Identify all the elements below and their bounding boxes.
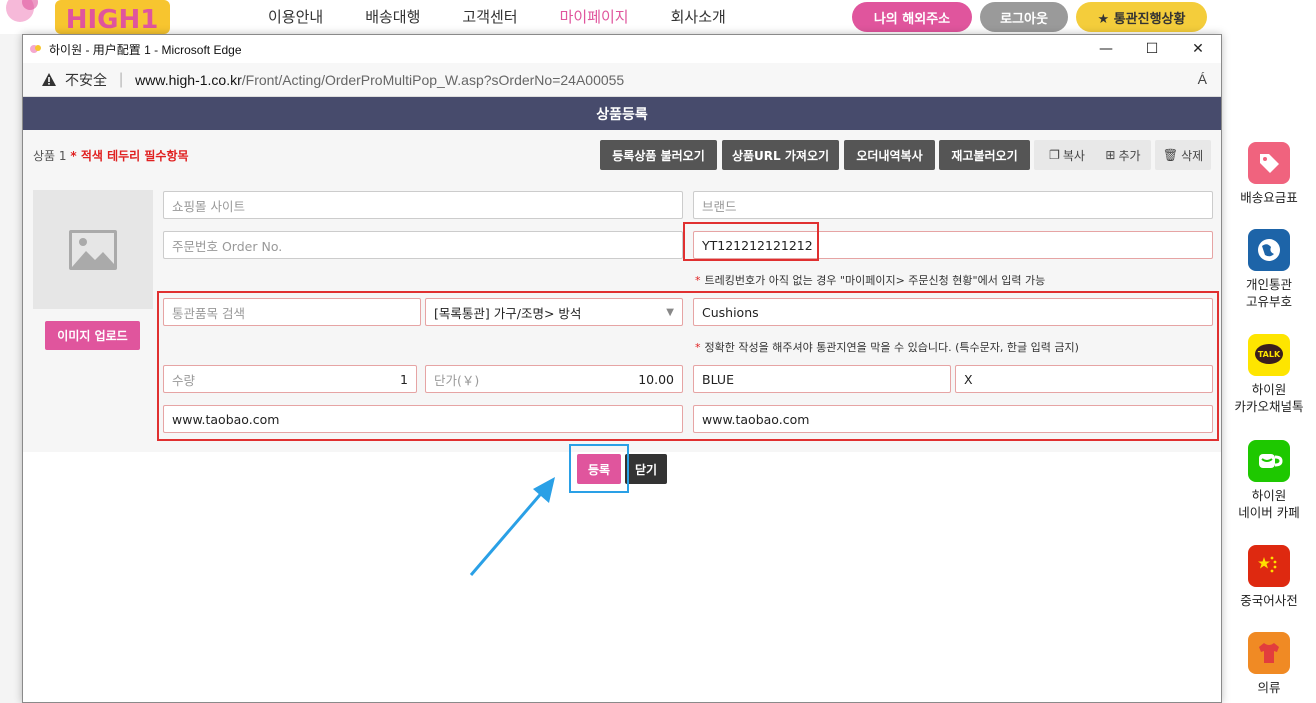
- shop-site-input[interactable]: 쇼핑몰 사이트: [163, 191, 683, 219]
- quantity-input[interactable]: 수량 1: [163, 365, 417, 393]
- required-note: * 적색 테두리 필수항목: [70, 149, 189, 163]
- customs-category-select[interactable]: [목록통관] 가구/조명> 방석 ▼: [425, 298, 683, 326]
- address-bar[interactable]: 不安全 | www.high-1.co.kr/Front/Acting/Orde…: [23, 63, 1221, 97]
- svg-text:TALK: TALK: [1258, 350, 1281, 359]
- image-upload-button[interactable]: 이미지 업로드: [45, 321, 140, 350]
- background-page-left: [0, 34, 22, 703]
- customs-item-search-input[interactable]: 통관품목 검색: [163, 298, 421, 326]
- delete-label: 삭제: [1181, 148, 1204, 163]
- chevron-down-icon: ▼: [666, 306, 674, 318]
- nav-my-page[interactable]: 마이페이지: [560, 6, 629, 27]
- add-button[interactable]: ⊞ 추가: [1095, 140, 1151, 170]
- quick-chinese-dictionary[interactable]: 중국어사전: [1222, 545, 1316, 609]
- tracking-hint: * 트레킹번호가 아직 없는 경우 "마이페이지> 주문신청 현황"에서 입력 가…: [695, 274, 1046, 287]
- size-input[interactable]: X: [955, 365, 1213, 393]
- color-input[interactable]: BLUE: [693, 365, 951, 393]
- load-stock-button[interactable]: 재고불러오기: [939, 140, 1030, 170]
- unit-price-label: 단가(￥): [434, 372, 480, 388]
- quick-price-table[interactable]: 배송요금표: [1222, 142, 1316, 206]
- address-divider: |: [119, 70, 124, 88]
- logout-button[interactable]: 로그아웃: [980, 2, 1068, 32]
- kakao-talk-icon: TALK: [1248, 334, 1290, 376]
- naver-cafe-icon: [1248, 440, 1290, 482]
- url-domain: www.high-1.co.kr: [135, 71, 242, 88]
- clothing-icon: [1248, 632, 1290, 674]
- site-header: HIGH1 이용안내 배송대행 고객센터 마이페이지 회사소개 나의 해외주소 …: [0, 0, 1316, 35]
- product-image-placeholder: [33, 190, 153, 309]
- quantity-label: 수량: [172, 372, 196, 388]
- image-url-input[interactable]: www.taobao.com: [693, 405, 1213, 433]
- tracking-number-input[interactable]: YT121212121212: [693, 231, 1213, 259]
- annotation-arrow-icon: [469, 477, 555, 576]
- quick-customs-code[interactable]: 개인통관 고유부호: [1222, 229, 1316, 310]
- product-url-input[interactable]: www.taobao.com: [163, 405, 683, 433]
- order-number-input[interactable]: 주문번호 Order No.: [163, 231, 683, 259]
- unit-price-value: 10.00: [638, 371, 674, 387]
- customs-category-value: [목록통관] 가구/조명> 방석: [434, 305, 582, 321]
- product-name-input[interactable]: Cushions: [693, 298, 1213, 326]
- trash-icon: 🗑: [1162, 148, 1179, 162]
- unit-price-input[interactable]: 단가(￥) 10.00: [425, 365, 683, 393]
- window-title: 하이원 - 用户配置 1 - Microsoft Edge: [49, 42, 242, 57]
- top-nav: 이용안내 배송대행 고객센터 마이페이지 회사소개: [268, 6, 768, 27]
- quick-label: 배송요금표: [1240, 190, 1298, 205]
- window-titlebar: 하이원 - 用户配置 1 - Microsoft Edge — ☐ ✕: [23, 35, 1221, 63]
- quick-label: 하이원 카카오채널톡: [1234, 382, 1304, 414]
- insecure-label: 不安全: [65, 71, 107, 88]
- load-registered-products-button[interactable]: 등록상품 불러오기: [600, 140, 717, 170]
- globe-icon: [1248, 229, 1290, 271]
- product-name-hint: * 정확한 작성을 해주셔야 통관지연을 막을 수 있습니다. (특수문자, 한글…: [695, 341, 1079, 354]
- quantity-value: 1: [400, 371, 408, 387]
- quick-label: 하이원 네이버 카페: [1238, 488, 1300, 520]
- copy-label: 복사: [1062, 148, 1085, 163]
- svg-text:HIGH1: HIGH1: [66, 5, 159, 35]
- edge-popup-window: 하이원 - 用户配置 1 - Microsoft Edge — ☐ ✕ 不安全 …: [22, 34, 1222, 703]
- nav-guide[interactable]: 이용안내: [268, 6, 323, 27]
- china-flag-icon: [1248, 545, 1290, 587]
- customs-status-button[interactable]: ★ 통관진행상황: [1076, 2, 1207, 32]
- quick-label: 개인통관 고유부호: [1245, 277, 1292, 309]
- close-button[interactable]: 닫기: [625, 454, 667, 484]
- quick-naver-cafe[interactable]: 하이원 네이버 카페: [1222, 440, 1316, 521]
- modal-title: 상품등록: [23, 97, 1221, 130]
- product-number-label: 상품 1 * 적색 테두리 필수항목: [33, 149, 189, 163]
- quick-label: 의류: [1257, 680, 1281, 695]
- minimize-icon[interactable]: —: [1083, 35, 1129, 63]
- product-form: 상품 1 * 적색 테두리 필수항목 등록상품 불러오기 상품URL 가져오기 …: [23, 130, 1221, 452]
- brand-input[interactable]: 브랜드: [693, 191, 1213, 219]
- quick-clothing[interactable]: 의류: [1222, 632, 1316, 696]
- copy-button[interactable]: ❐ 복사: [1034, 140, 1100, 170]
- delete-button[interactable]: 🗑 삭제: [1155, 140, 1211, 170]
- url-path: /Front/Acting/OrderProMultiPop_W.asp?sOr…: [241, 71, 625, 88]
- price-tag-icon: [1248, 142, 1290, 184]
- nav-company[interactable]: 회사소개: [671, 6, 726, 27]
- maximize-icon[interactable]: ☐: [1129, 35, 1175, 63]
- image-icon: [69, 229, 117, 270]
- add-label: 추가: [1118, 148, 1141, 163]
- quick-label: 중국어사전: [1240, 593, 1298, 608]
- my-overseas-address-button[interactable]: 나의 해외주소: [852, 2, 972, 32]
- quick-kakao-channel[interactable]: TALK 하이원 카카오채널톡: [1222, 334, 1316, 415]
- site-favicon-icon: [30, 45, 41, 53]
- copy-order-history-button[interactable]: 오더내역복사: [844, 140, 935, 170]
- read-aloud-icon[interactable]: Á: [1198, 71, 1207, 87]
- warning-icon: [42, 72, 56, 86]
- register-button[interactable]: 등록: [577, 454, 621, 484]
- plus-icon: ⊞: [1105, 148, 1116, 162]
- close-window-icon[interactable]: ✕: [1175, 35, 1221, 63]
- nav-shipping-agent[interactable]: 배송대행: [365, 6, 420, 27]
- nav-customer-center[interactable]: 고객센터: [462, 6, 517, 27]
- copy-icon: ❐: [1049, 148, 1060, 162]
- import-product-url-button[interactable]: 상품URL 가져오기: [722, 140, 839, 170]
- site-logo[interactable]: HIGH1: [0, 0, 180, 38]
